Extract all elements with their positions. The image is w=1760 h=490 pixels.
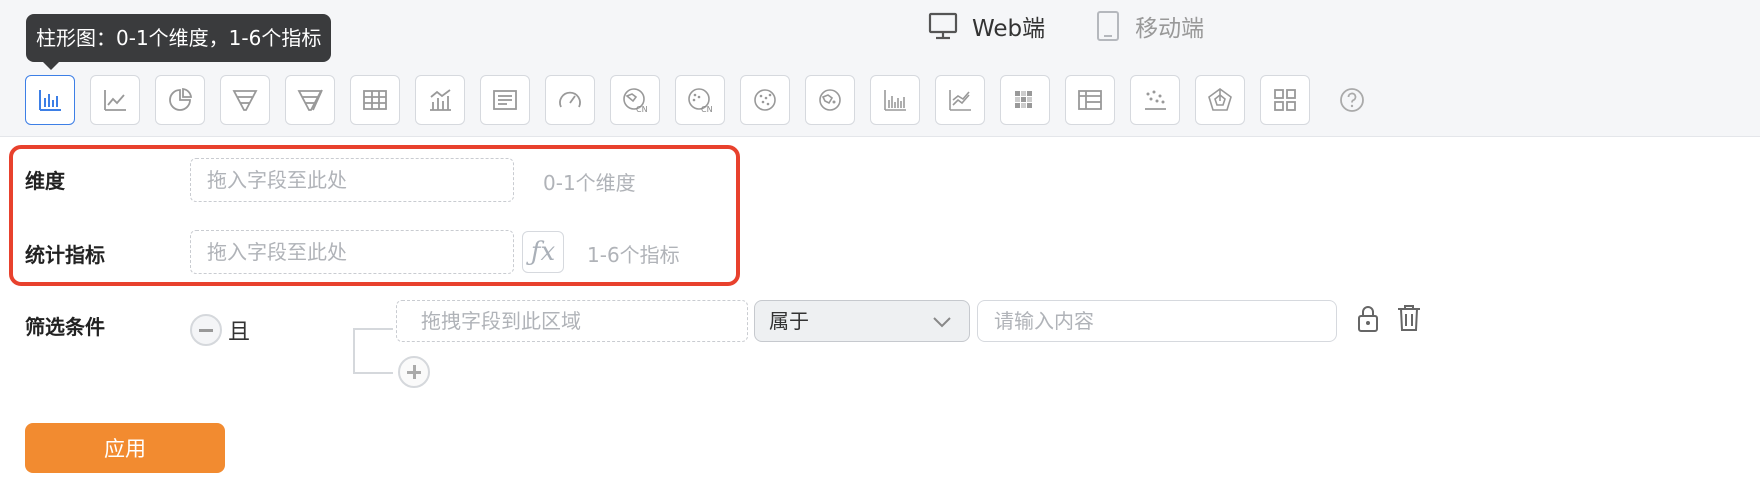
lock-icon [1358,306,1378,332]
chart-type-world-map[interactable] [740,75,790,125]
dimension-label: 维度 [25,169,65,193]
chart-type-bar-line[interactable] [415,75,465,125]
chart-type-scatter[interactable] [1130,75,1180,125]
chart-type-line[interactable] [90,75,140,125]
tooltip-arrow [42,61,60,70]
chart-type-radar[interactable] [1195,75,1245,125]
bar-line-combo-icon [430,89,451,111]
funnel-compare-icon [297,89,323,111]
svg-text:CN: CN [701,105,713,114]
operator-select[interactable]: 属于 [754,300,970,342]
chart-type-heatmap[interactable] [1000,75,1050,125]
trash-icon [1398,305,1420,331]
add-condition-button[interactable] [398,356,430,388]
chart-type-pivot[interactable] [1065,75,1115,125]
device-tabs: Web端 移动端 [928,6,1254,46]
pivot-table-icon [1078,90,1102,110]
condition-bracket [353,328,393,374]
tab-mobile-label: 移动端 [1135,16,1205,42]
heatmap-icon [1015,91,1032,108]
mobile-icon [1097,11,1120,41]
tab-mobile[interactable]: 移动端 [1095,6,1204,46]
remove-condition-button[interactable] [190,314,222,346]
chart-type-bar[interactable] [25,75,75,125]
question-icon [1340,88,1364,112]
funnel-chart-icon [232,90,258,111]
tab-web[interactable]: Web端 [928,6,1045,46]
tab-web-label: Web端 [972,16,1046,42]
pie-chart-icon [169,87,193,111]
filter-field-drop-zone[interactable]: 拖拽字段到此区域 [396,300,748,342]
metric-drop-zone[interactable]: 拖入字段至此处 [190,230,514,274]
world-map-icon [754,89,776,111]
chevron-down-icon [933,317,951,328]
chart-type-line-multi[interactable] [935,75,985,125]
gauge-icon [559,91,581,108]
svg-text:CN: CN [636,105,648,114]
line-chart-icon [104,90,126,111]
china-map-icon: CN [623,88,648,114]
chart-type-text[interactable] [480,75,530,125]
filter-value-input[interactable] [977,300,1337,342]
logic-and-label[interactable]: 且 [228,314,250,346]
china-scatter-map-icon: CN [688,88,713,114]
bar-chart-icon [39,90,61,111]
help-button[interactable] [1337,85,1367,115]
chart-type-china-map[interactable]: CN [610,75,660,125]
delete-button[interactable] [1395,303,1423,337]
dimension-drop-zone[interactable]: 拖入字段至此处 [190,158,514,202]
monitor-icon [928,12,958,40]
chart-type-gauge[interactable] [545,75,595,125]
grid-icon [1274,89,1296,111]
metric-hint: 1-6个指标 [587,243,680,267]
text-card-icon [493,90,517,110]
chart-type-funnel[interactable] [220,75,270,125]
apply-button[interactable]: 应用 [25,423,225,473]
radar-icon [1208,88,1232,111]
scatter-icon [1145,90,1166,110]
lock-button[interactable] [1355,304,1381,338]
formula-button[interactable]: ƒx [522,231,564,273]
chart-type-list: CN CN [25,75,1367,125]
chart-type-world-scatter[interactable] [805,75,855,125]
chart-type-pie[interactable] [155,75,205,125]
chart-type-table[interactable] [350,75,400,125]
chart-type-china-scatter[interactable]: CN [675,75,725,125]
dimension-hint: 0-1个维度 [543,171,636,195]
world-scatter-map-icon [819,89,841,111]
chart-type-grid[interactable] [1260,75,1310,125]
chart-type-bar-multi[interactable] [870,75,920,125]
chart-type-funnel-compare[interactable] [285,75,335,125]
metric-label: 统计指标 [25,243,105,267]
filter-label: 筛选条件 [25,315,105,339]
chart-type-tooltip: 柱形图：0-1个维度，1-6个指标 [26,14,332,62]
bar-multi-icon [884,90,906,111]
table-icon [363,90,387,110]
operator-select-value: 属于 [769,309,809,333]
line-multi-icon [949,90,971,111]
